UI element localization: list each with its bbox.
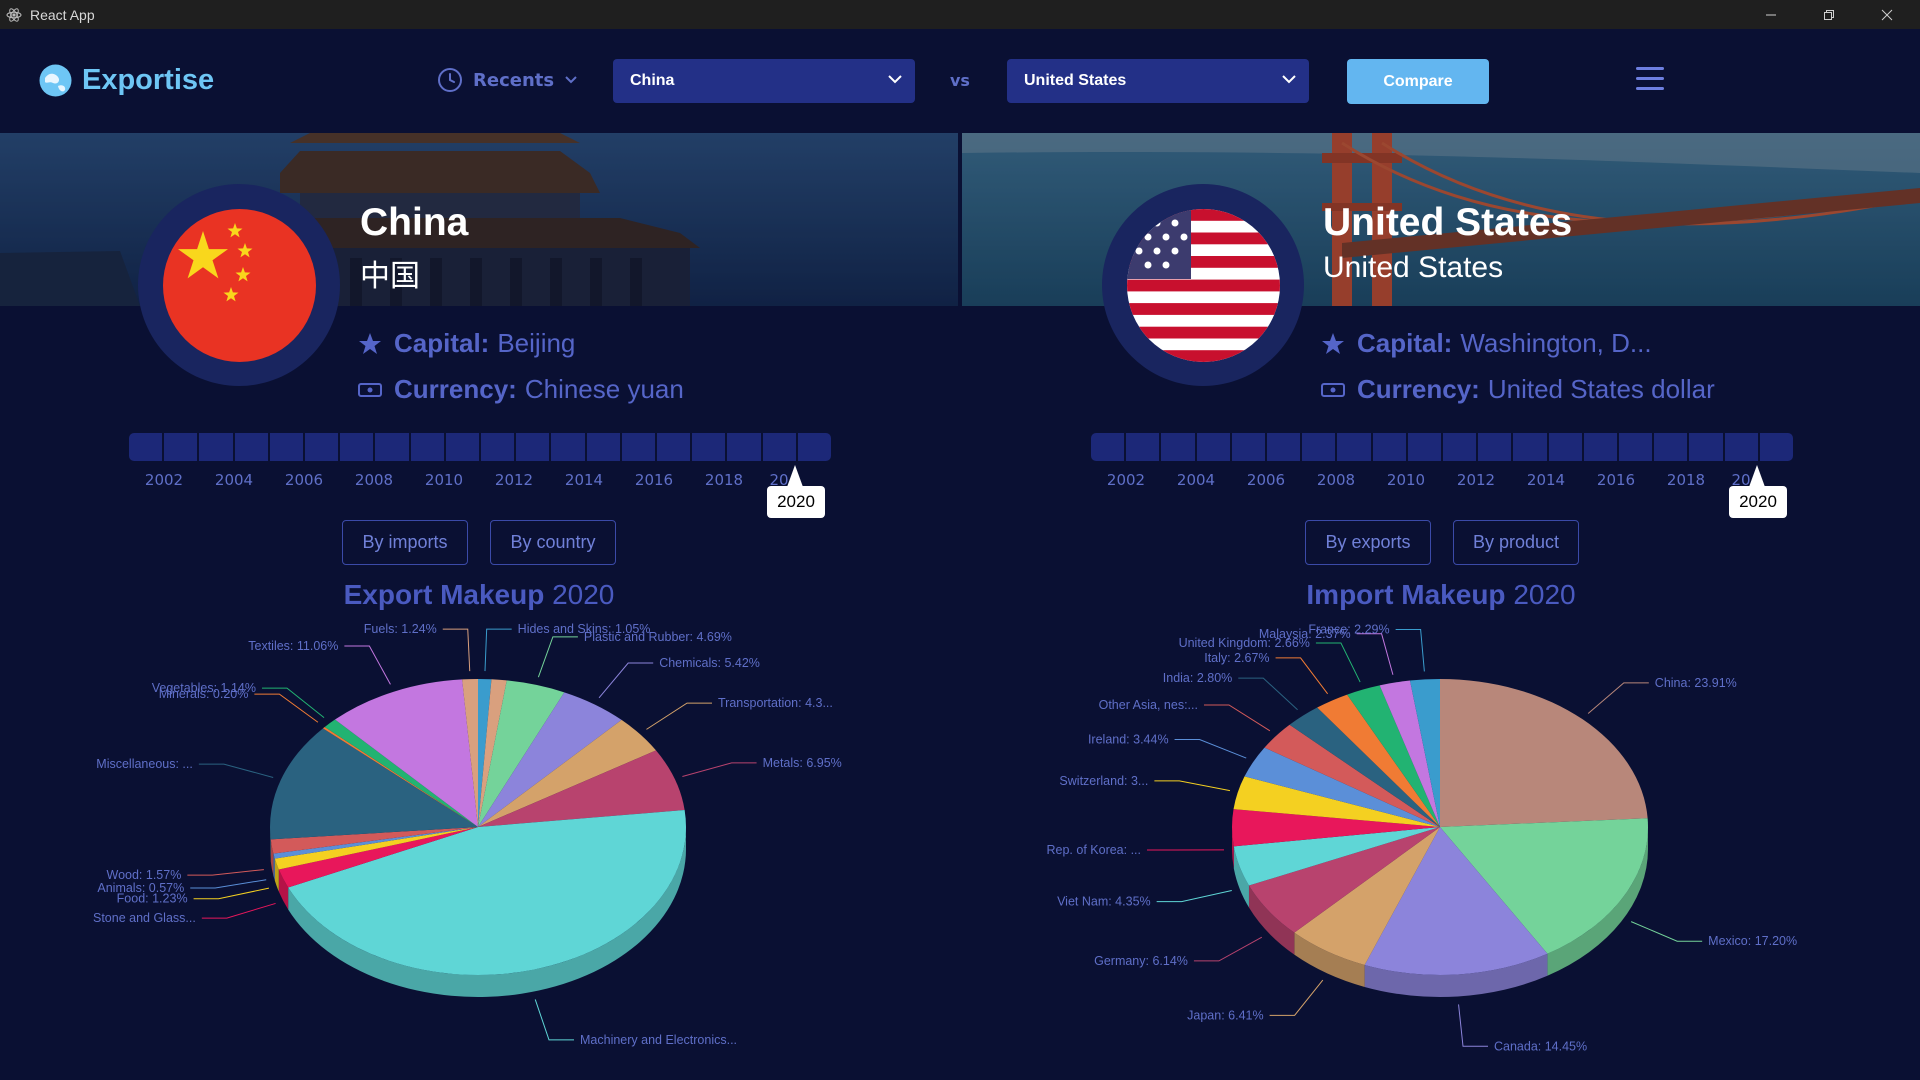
country-a-value: China <box>630 72 675 89</box>
navbar: Exportise Recents China vs United States… <box>0 29 1920 133</box>
pie-label: Textiles: 11.06% <box>248 639 338 653</box>
pie-leader-line <box>254 693 319 723</box>
pie-label: Plastic and Rubber: 4.69% <box>584 630 732 644</box>
pie-leader-line <box>187 869 264 876</box>
pie-label: Viet Nam: 4.35% <box>1057 895 1151 909</box>
pie-leader-line <box>442 628 471 672</box>
export-pie-chart: Hides and Skins: 1.05%Plastic and Rubber… <box>93 622 842 1047</box>
pie-label: Italy: 2.67% <box>1204 651 1269 665</box>
pie-label: Miscellaneous: ... <box>96 757 193 771</box>
pie-leader-line <box>1203 704 1271 732</box>
pie-leader-line <box>682 762 757 778</box>
pie-label: China: 23.91% <box>1655 676 1737 690</box>
pie-label: Animals: 0.57% <box>97 881 184 895</box>
country-a-select[interactable]: China <box>613 59 915 103</box>
pie-leader-line <box>198 763 274 778</box>
pie-leader-line <box>646 702 713 730</box>
logo[interactable]: Exportise <box>39 64 214 97</box>
minimize-button[interactable] <box>1742 0 1800 29</box>
pie-leader-line <box>1193 936 1263 962</box>
menu-icon[interactable] <box>1636 67 1664 93</box>
restore-icon <box>1824 9 1834 20</box>
globe-icon <box>39 64 72 97</box>
pie-leader-line <box>1238 677 1298 711</box>
pie-label: Wood: 1.57% <box>107 868 182 882</box>
pie-leader-line <box>344 645 391 685</box>
pie-label: Stone and Glass... <box>93 911 196 925</box>
pie-label: India: 2.80% <box>1163 671 1233 685</box>
pie-label: Rep. of Korea: ... <box>1047 843 1142 857</box>
pie-leader-line <box>1269 979 1324 1016</box>
pie-leader-line <box>484 628 512 672</box>
pie-label: Fuels: 1.24% <box>364 622 437 636</box>
pie-leader-line <box>1587 682 1649 714</box>
chevron-down-icon <box>1282 75 1296 84</box>
country-panel-right: United States United States Capital: Was… <box>962 133 1920 1080</box>
chevron-down-icon <box>565 76 577 84</box>
pie-leader-line <box>1154 780 1231 792</box>
vs-label: vs <box>950 71 970 90</box>
country-b-select[interactable]: United States <box>1007 59 1309 103</box>
pie-leader-line <box>1630 921 1703 942</box>
pie-leader-line <box>1156 889 1232 903</box>
pie-label: Transportation: 4.3... <box>718 696 833 710</box>
logo-text: Exportise <box>82 64 215 96</box>
pie-label: Other Asia, nes:... <box>1099 698 1198 712</box>
pie-label: Metals: 6.95% <box>763 756 842 770</box>
pie-leader-line <box>193 887 270 900</box>
window-titlebar: React App <box>0 0 1920 29</box>
pie-label: Canada: 14.45% <box>1494 1039 1587 1053</box>
restore-button[interactable] <box>1800 0 1858 29</box>
pie-slice[interactable] <box>1440 679 1648 827</box>
recents-dropdown[interactable]: Recents <box>437 67 578 93</box>
pie-label: Chemicals: 5.42% <box>659 656 760 670</box>
chevron-down-icon <box>888 75 902 84</box>
pie-label: Switzerland: 3... <box>1059 774 1148 788</box>
close-icon <box>1881 9 1893 20</box>
import-pie-chart: China: 23.91% Mexico: 17.20% Canada: 14.45… <box>1047 623 1798 1054</box>
compare-button[interactable]: Compare <box>1347 59 1489 104</box>
country-panel-left: China 中国 Capital: Beijing Currency: Chin… <box>0 133 958 1080</box>
pie-label: France: 2.29% <box>1308 623 1389 637</box>
pie-label: Mexico: 17.20% <box>1708 934 1797 948</box>
pie-leader-line <box>1275 657 1329 695</box>
pie-leader-line <box>1356 633 1394 675</box>
pie-leader-line <box>1458 1004 1489 1047</box>
pie-label: Ireland: 3.44% <box>1088 733 1169 747</box>
pie-leader-line <box>1174 739 1247 759</box>
minimize-icon <box>1766 14 1776 15</box>
pie-leader-line <box>534 999 575 1041</box>
pie-label: Vegetables: 1.14% <box>152 681 256 695</box>
pie-leader-line <box>261 687 325 718</box>
pie-leader-line <box>190 879 267 889</box>
pie-leader-line <box>1395 629 1425 672</box>
country-b-value: United States <box>1024 72 1127 89</box>
recents-label: Recents <box>473 69 555 91</box>
pie-leader-line <box>537 636 578 678</box>
react-icon <box>6 7 22 22</box>
clock-icon <box>438 68 462 92</box>
pie-label: Japan: 6.41% <box>1187 1008 1263 1022</box>
pie-leader-line <box>1315 642 1361 683</box>
close-button[interactable] <box>1858 0 1916 29</box>
pie-label: Machinery and Electronics... <box>580 1033 737 1047</box>
pie-label: Germany: 6.14% <box>1094 954 1188 968</box>
pie-leader-line <box>201 902 276 919</box>
pie-leader-line <box>598 662 654 699</box>
window-title: React App <box>30 6 95 23</box>
